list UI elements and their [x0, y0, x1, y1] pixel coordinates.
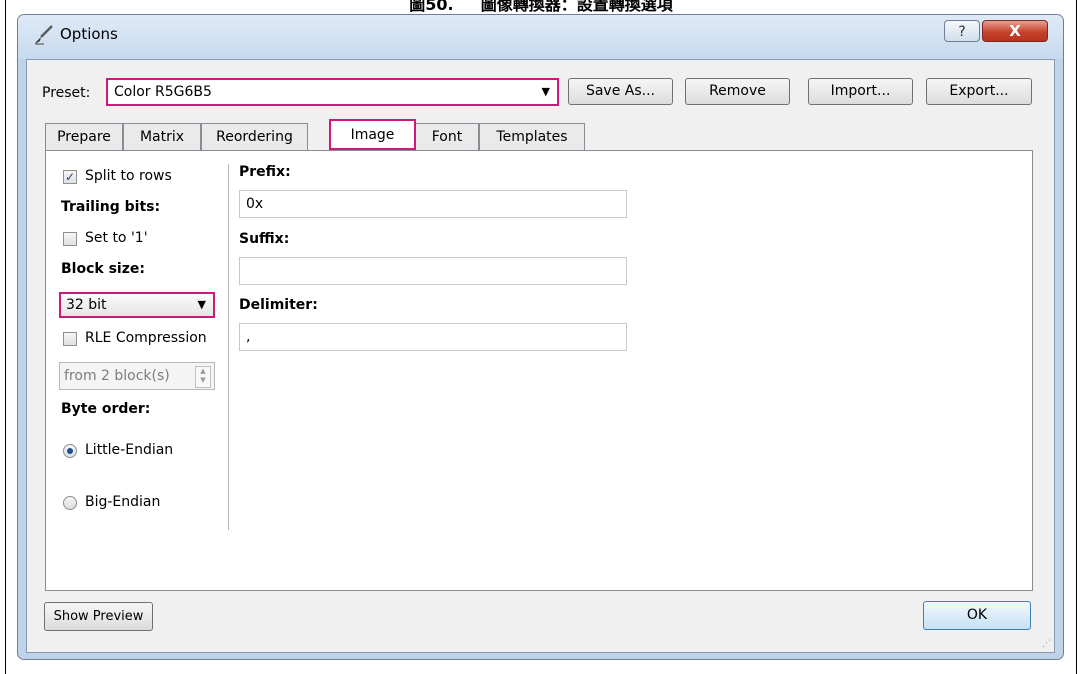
spinner-arrows-icon[interactable]: ▲ ▼ — [195, 366, 211, 388]
preset-value: Color R5G6B5 — [114, 84, 212, 100]
window-title: Options — [60, 25, 118, 43]
byte-order-heading: Byte order: — [61, 401, 151, 417]
big-endian-radio[interactable] — [63, 496, 77, 510]
tab-prepare[interactable]: Prepare — [45, 123, 123, 151]
save-as-button[interactable]: Save As... — [568, 78, 673, 105]
export-button[interactable]: Export... — [926, 78, 1032, 105]
prefix-input[interactable]: 0x — [239, 190, 627, 218]
chevron-down-icon: ▼ — [197, 298, 206, 311]
title-bar: Options ? X — [18, 15, 1063, 59]
preset-dropdown[interactable]: Color R5G6B5 ▼ — [106, 78, 559, 106]
dialog-client-area: Preset: Color R5G6B5 ▼ Save As... Remove… — [26, 59, 1055, 653]
block-size-value: 32 bit — [66, 297, 107, 313]
image-tab-panel: ✓ Split to rows Trailing bits: Set to '1… — [45, 150, 1033, 591]
panel-divider — [228, 164, 229, 530]
block-size-heading: Block size: — [61, 261, 145, 277]
set-to-one-checkbox[interactable] — [63, 232, 77, 246]
frame-border-right — [1076, 0, 1077, 674]
set-to-one-label: Set to '1' — [85, 230, 148, 246]
little-endian-radio[interactable] — [63, 444, 77, 458]
document-caption-fragment: 圖50. 圖像轉換器：設置轉換選項 — [409, 0, 673, 14]
rle-from-blocks-value: from 2 block(s) — [64, 368, 170, 384]
rle-from-blocks-spinbox[interactable]: from 2 block(s) ▲ ▼ — [59, 362, 215, 390]
split-to-rows-checkbox[interactable]: ✓ — [63, 170, 77, 184]
show-preview-button[interactable]: Show Preview — [44, 602, 153, 631]
tab-templates[interactable]: Templates — [479, 123, 585, 151]
import-button[interactable]: Import... — [808, 78, 913, 105]
tab-matrix[interactable]: Matrix — [123, 123, 201, 151]
trailing-bits-heading: Trailing bits: — [61, 199, 161, 215]
remove-button[interactable]: Remove — [685, 78, 790, 105]
rle-compression-checkbox[interactable] — [63, 332, 77, 346]
suffix-label: Suffix: — [239, 231, 290, 247]
split-to-rows-label: Split to rows — [85, 168, 172, 184]
tab-image[interactable]: Image — [329, 119, 416, 150]
ok-button[interactable]: OK — [923, 601, 1031, 630]
prefix-label: Prefix: — [239, 164, 291, 180]
options-dialog: Options ? X Preset: Color R5G6B5 ▼ Save … — [17, 14, 1064, 660]
brush-icon — [35, 25, 53, 45]
suffix-input[interactable] — [239, 257, 627, 285]
resize-grip-icon[interactable]: ⋰ — [1042, 639, 1051, 649]
frame-border-left — [5, 0, 6, 674]
tab-font[interactable]: Font — [415, 123, 479, 151]
block-size-dropdown[interactable]: 32 bit ▼ — [59, 292, 215, 318]
tab-reordering[interactable]: Reordering — [201, 123, 308, 151]
little-endian-label: Little-Endian — [85, 442, 174, 458]
help-button[interactable]: ? — [944, 20, 980, 42]
big-endian-label: Big-Endian — [85, 494, 161, 510]
delimiter-label: Delimiter: — [239, 297, 318, 313]
close-button[interactable]: X — [982, 20, 1048, 42]
rle-compression-label: RLE Compression — [85, 330, 207, 346]
delimiter-input[interactable]: , — [239, 323, 627, 351]
preset-label: Preset: — [42, 85, 91, 101]
chevron-down-icon: ▼ — [541, 85, 550, 98]
